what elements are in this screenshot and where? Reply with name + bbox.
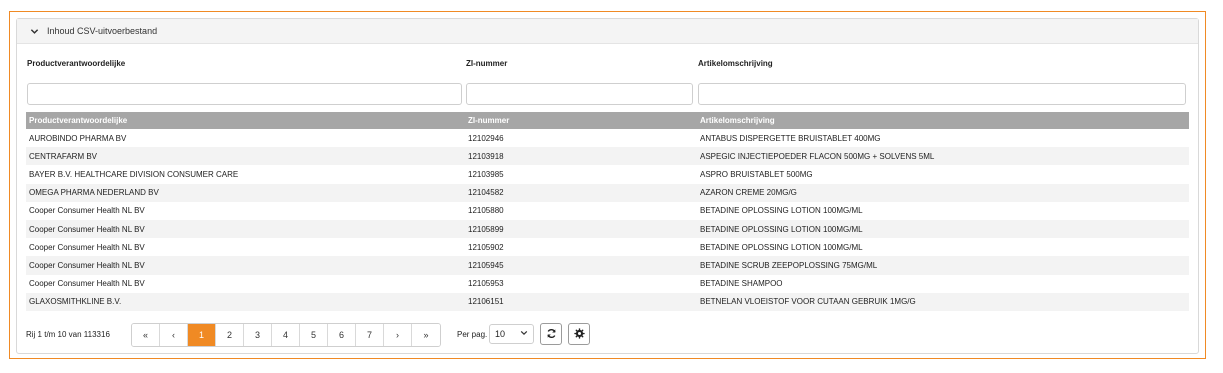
cell-producer: Cooper Consumer Health NL BV [26,201,465,220]
cell-description: BETADINE OPLOSSING LOTION 100MG/ML [697,201,1189,220]
column-header-zi[interactable]: ZI-nummer [465,112,697,129]
cell-zi: 12103918 [465,147,697,166]
table-row[interactable]: Cooper Consumer Health NL BV 12105880 BETA… [26,201,1189,220]
column-header-producer[interactable]: Productverantwoordelijke [26,112,465,129]
filter-zi-label: ZI-nummer [466,59,508,68]
per-page-select[interactable]: 10 [489,324,534,344]
table-row[interactable]: AUROBINDO PHARMA BV 12102946 ANTABUS DISPE… [26,129,1189,148]
cell-producer: Cooper Consumer Health NL BV [26,219,465,239]
cell-producer: GLAXOSMITHKLINE B.V. [26,292,465,311]
cell-description: BETADINE OPLOSSING LOTION 100MG/ML [697,219,1189,239]
cell-description: ASPRO BRUISTABLET 500MG [697,165,1189,184]
refresh-button[interactable] [540,323,562,345]
cell-producer: BAYER B.V. HEALTHCARE DIVISION CONSUMER … [26,165,465,184]
page-button-5[interactable]: 5 [300,324,328,346]
filter-description-label: Artikelomschrijving [698,59,773,68]
cell-description: ASPEGIC INJECTIEPOEDER FLACON 500MG + SO… [697,147,1189,166]
cell-producer: AUROBINDO PHARMA BV [26,129,465,148]
description-filter-input[interactable] [698,83,1186,105]
filter-description: Artikelomschrijving [698,59,1186,105]
table-row[interactable]: Cooper Consumer Health NL BV 12105899 BETA… [26,219,1189,239]
table-row[interactable]: Cooper Consumer Health NL BV 12105945 BETA… [26,256,1189,275]
page-button-3[interactable]: 3 [244,324,272,346]
filter-row: Productverantwoordelijke ZI-nummer Artik… [27,59,1189,105]
page-button-7[interactable]: 7 [356,324,384,346]
refresh-icon [546,328,557,341]
cell-zi: 12105880 [465,201,697,220]
table-row[interactable]: GLAXOSMITHKLINE B.V. 12106151 BETNELAN VLO… [26,292,1189,311]
prev-page-button[interactable]: ‹ [160,324,188,346]
cell-producer: Cooper Consumer Health NL BV [26,238,465,257]
gear-icon [573,327,585,341]
zi-filter-input[interactable] [466,83,693,105]
cell-description: BETADINE OPLOSSING LOTION 100MG/ML [697,238,1189,257]
cell-description: ANTABUS DISPERGETTE BRUISTABLET 400MG [697,129,1189,148]
csv-content-panel: Inhoud CSV-uitvoerbestand Productverantw… [16,18,1199,354]
producer-filter-input[interactable] [27,83,462,105]
last-page-button[interactable]: » [412,324,440,346]
results-table: Productverantwoordelijke ZI-nummer Artik… [26,112,1189,311]
panel-title: Inhoud CSV-uitvoerbestand [47,26,158,36]
chevron-down-icon[interactable] [27,24,41,38]
cell-zi: 12105899 [465,219,697,239]
table-row[interactable]: Cooper Consumer Health NL BV 12105953 BETA… [26,274,1189,293]
panel-header[interactable]: Inhoud CSV-uitvoerbestand [17,19,1198,44]
column-header-description[interactable]: Artikelomschrijving [697,112,1189,129]
cell-zi: 12106151 [465,292,697,311]
cell-producer: CENTRAFARM BV [26,147,465,166]
page-button-2[interactable]: 2 [216,324,244,346]
cell-description: AZARON CREME 20MG/G [697,183,1189,202]
per-page-value: 10 [495,329,506,339]
page-button-4[interactable]: 4 [272,324,300,346]
settings-button[interactable] [568,323,590,345]
cell-description: BETADINE SCRUB ZEEPOPLOSSING 75MG/ML [697,256,1189,275]
cell-zi: 12104582 [465,183,697,202]
csv-output-frame: Inhoud CSV-uitvoerbestand Productverantw… [9,11,1206,359]
page-button-1[interactable]: 1 [188,324,216,346]
row-count-info: Rij 1 t/m 10 van 113316 [26,330,110,339]
table-row[interactable]: BAYER B.V. HEALTHCARE DIVISION CONSUMER … [26,165,1189,184]
filter-producer: Productverantwoordelijke [27,59,462,105]
next-page-button[interactable]: › [384,324,412,346]
table-row[interactable]: CENTRAFARM BV 12103918 ASPEGIC INJECTIEPOE… [26,147,1189,166]
first-page-button[interactable]: « [132,324,160,346]
chevron-down-icon [520,329,528,339]
table-footer: Rij 1 t/m 10 van 113316 « ‹ 1 2 3 4 5 6 … [26,323,1189,347]
cell-zi: 12103985 [465,165,697,184]
cell-description: BETADINE SHAMPOO [697,274,1189,293]
table-row[interactable]: Cooper Consumer Health NL BV 12105902 BETA… [26,238,1189,257]
filter-zi: ZI-nummer [466,59,693,105]
filter-producer-label: Productverantwoordelijke [27,59,126,68]
cell-producer: OMEGA PHARMA NEDERLAND BV [26,183,465,202]
cell-zi: 12105953 [465,274,697,293]
table-row[interactable]: OMEGA PHARMA NEDERLAND BV 12104582 AZARON … [26,183,1189,202]
cell-description: BETNELAN VLOEISTOF VOOR CUTAAN GEBRUIK 1… [697,292,1189,311]
pagination: « ‹ 1 2 3 4 5 6 7 › » [131,323,441,347]
cell-producer: Cooper Consumer Health NL BV [26,274,465,293]
cell-producer: Cooper Consumer Health NL BV [26,256,465,275]
cell-zi: 12105902 [465,238,697,257]
cell-zi: 12105945 [465,256,697,275]
table-header-row: Productverantwoordelijke ZI-nummer Artik… [26,112,1189,129]
cell-zi: 12102946 [465,129,697,148]
page-button-6[interactable]: 6 [328,324,356,346]
per-page-label: Per pag. [457,330,488,339]
